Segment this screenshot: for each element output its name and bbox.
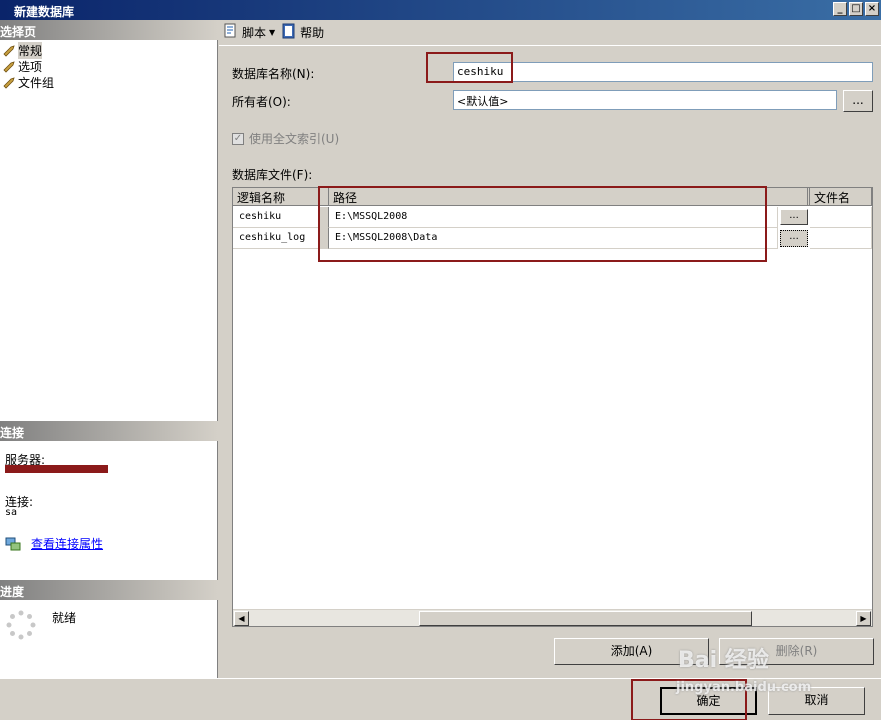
script-label: 脚本 xyxy=(242,26,267,40)
window-titlebar: 新建数据库 _ □ × xyxy=(0,0,881,20)
progress-header: 进度 xyxy=(0,580,218,600)
wrench-icon xyxy=(2,75,16,89)
cell-filename[interactable] xyxy=(810,207,872,228)
column-header-logical[interactable]: 逻辑名称 xyxy=(233,188,319,206)
owner-browse-button[interactable]: ... xyxy=(843,90,873,112)
script-icon xyxy=(223,23,239,42)
help-label: 帮助 xyxy=(300,26,325,40)
fulltext-label: 使用全文索引(U) xyxy=(249,132,340,146)
minimize-button[interactable]: _ xyxy=(833,2,847,16)
column-header-filename[interactable]: 文件名 xyxy=(810,188,872,206)
watermark-logo: Bai 经验 xyxy=(678,648,769,673)
page-item-general[interactable]: 常规 xyxy=(2,41,43,59)
page-item-options[interactable]: 选项 xyxy=(2,58,42,74)
cell-filename[interactable] xyxy=(810,228,872,249)
server-value-redacted xyxy=(5,465,108,473)
scroll-thumb[interactable] xyxy=(419,611,752,626)
window-controls: _ □ × xyxy=(833,2,879,16)
dbname-label: 数据库名称(N): xyxy=(232,67,315,81)
help-button[interactable]: 帮助 xyxy=(281,23,324,42)
left-pane: 选择页 常规 选项 文件组 连接 服务器: 连接: sa 查看连接属性 进度 就… xyxy=(0,20,218,678)
path-browse-button[interactable]: ... xyxy=(780,209,808,225)
highlight-path-column xyxy=(318,186,767,262)
horizontal-scrollbar[interactable]: ◀ ▶ xyxy=(233,609,872,626)
cell-logical-name[interactable]: ceshiku_log xyxy=(233,228,319,249)
fulltext-checkbox[interactable]: ✓ 使用全文索引(U) xyxy=(232,130,339,147)
progress-status: 就绪 xyxy=(52,611,77,625)
maximize-button[interactable]: □ xyxy=(849,2,863,16)
network-icon xyxy=(5,537,21,551)
view-connection-properties[interactable]: 查看连接属性 xyxy=(5,535,103,552)
owner-input[interactable]: <默认值> xyxy=(453,90,837,110)
connection-header: 连接 xyxy=(0,421,218,441)
select-page-header: 选择页 xyxy=(0,20,218,40)
scroll-left-icon[interactable]: ◀ xyxy=(234,611,249,626)
scroll-right-icon[interactable]: ▶ xyxy=(856,611,871,626)
page-item-label: 文件组 xyxy=(18,75,55,90)
owner-label: 所有者(O): xyxy=(232,95,291,109)
spinner-icon xyxy=(6,610,36,640)
wrench-icon xyxy=(2,59,16,73)
page-item-filegroups[interactable]: 文件组 xyxy=(2,74,54,90)
dbfiles-label: 数据库文件(F): xyxy=(232,168,313,182)
wrench-icon xyxy=(2,43,16,57)
help-icon xyxy=(281,23,297,42)
view-props-link[interactable]: 查看连接属性 xyxy=(31,535,103,552)
right-pane: 脚本 ▼ 帮助 数据库名称(N): ceshiku 所有者(O): <默认值> … xyxy=(219,20,881,678)
path-browse-button[interactable]: ... xyxy=(780,230,808,247)
dropdown-arrow-icon: ▼ xyxy=(269,28,276,37)
checkbox-checked-icon: ✓ xyxy=(232,132,244,145)
connection-value: sa xyxy=(5,507,18,518)
page-item-label: 常规 xyxy=(18,41,43,59)
page-item-label: 选项 xyxy=(18,59,43,74)
toolbar: 脚本 ▼ 帮助 xyxy=(219,20,881,46)
highlight-dbname xyxy=(426,52,513,83)
close-button[interactable]: × xyxy=(865,2,879,16)
script-button[interactable]: 脚本 ▼ xyxy=(223,23,275,42)
cell-logical-name[interactable]: ceshiku xyxy=(233,207,319,228)
window-title: 新建数据库 xyxy=(14,5,75,19)
watermark-url: jingyan.baidu.com xyxy=(676,680,812,695)
dbname-input[interactable]: ceshiku xyxy=(453,62,873,82)
